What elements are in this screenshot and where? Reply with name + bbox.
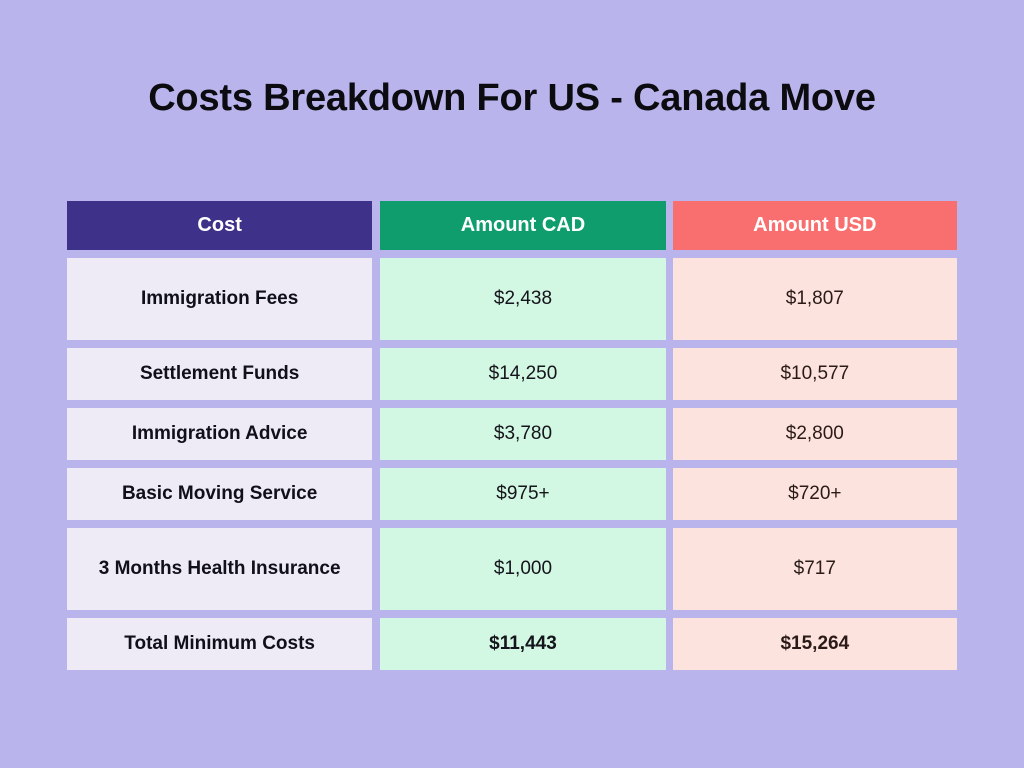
column-header-amount-usd: Amount USD bbox=[672, 201, 957, 250]
table-row-total: Total Minimum Costs $11,443 $15,264 bbox=[67, 618, 957, 670]
column-header-cost: Cost bbox=[67, 201, 373, 250]
row-amount-cad: $14,250 bbox=[380, 348, 666, 400]
table-header-row: Cost Amount CAD Amount USD bbox=[67, 201, 957, 250]
row-amount-usd: $2,800 bbox=[672, 408, 957, 460]
row-amount-usd: $717 bbox=[672, 528, 957, 610]
table-row: Immigration Advice $3,780 $2,800 bbox=[67, 408, 957, 460]
row-label: Immigration Fees bbox=[67, 258, 373, 340]
row-label: Basic Moving Service bbox=[67, 468, 373, 520]
row-amount-cad: $3,780 bbox=[380, 408, 666, 460]
row-label: Total Minimum Costs bbox=[67, 618, 373, 670]
row-amount-usd: $1,807 bbox=[672, 258, 957, 340]
table-row: Basic Moving Service $975+ $720+ bbox=[67, 468, 957, 520]
row-label: Settlement Funds bbox=[67, 348, 373, 400]
row-label: 3 Months Health Insurance bbox=[67, 528, 373, 610]
column-header-amount-cad: Amount CAD bbox=[380, 201, 666, 250]
row-amount-usd: $720+ bbox=[672, 468, 957, 520]
row-amount-usd: $15,264 bbox=[672, 618, 957, 670]
row-amount-cad: $1,000 bbox=[380, 528, 666, 610]
costs-table: Cost Amount CAD Amount USD Immigration F… bbox=[67, 201, 957, 670]
table-row: Immigration Fees $2,438 $1,807 bbox=[67, 258, 957, 340]
table-row: Settlement Funds $14,250 $10,577 bbox=[67, 348, 957, 400]
row-amount-cad: $2,438 bbox=[380, 258, 666, 340]
infographic-page: Costs Breakdown For US - Canada Move Cos… bbox=[0, 0, 1024, 768]
row-amount-cad: $11,443 bbox=[380, 618, 666, 670]
row-amount-cad: $975+ bbox=[380, 468, 666, 520]
row-amount-usd: $10,577 bbox=[672, 348, 957, 400]
table-row: 3 Months Health Insurance $1,000 $717 bbox=[67, 528, 957, 610]
page-title: Costs Breakdown For US - Canada Move bbox=[148, 77, 876, 119]
row-label: Immigration Advice bbox=[67, 408, 373, 460]
